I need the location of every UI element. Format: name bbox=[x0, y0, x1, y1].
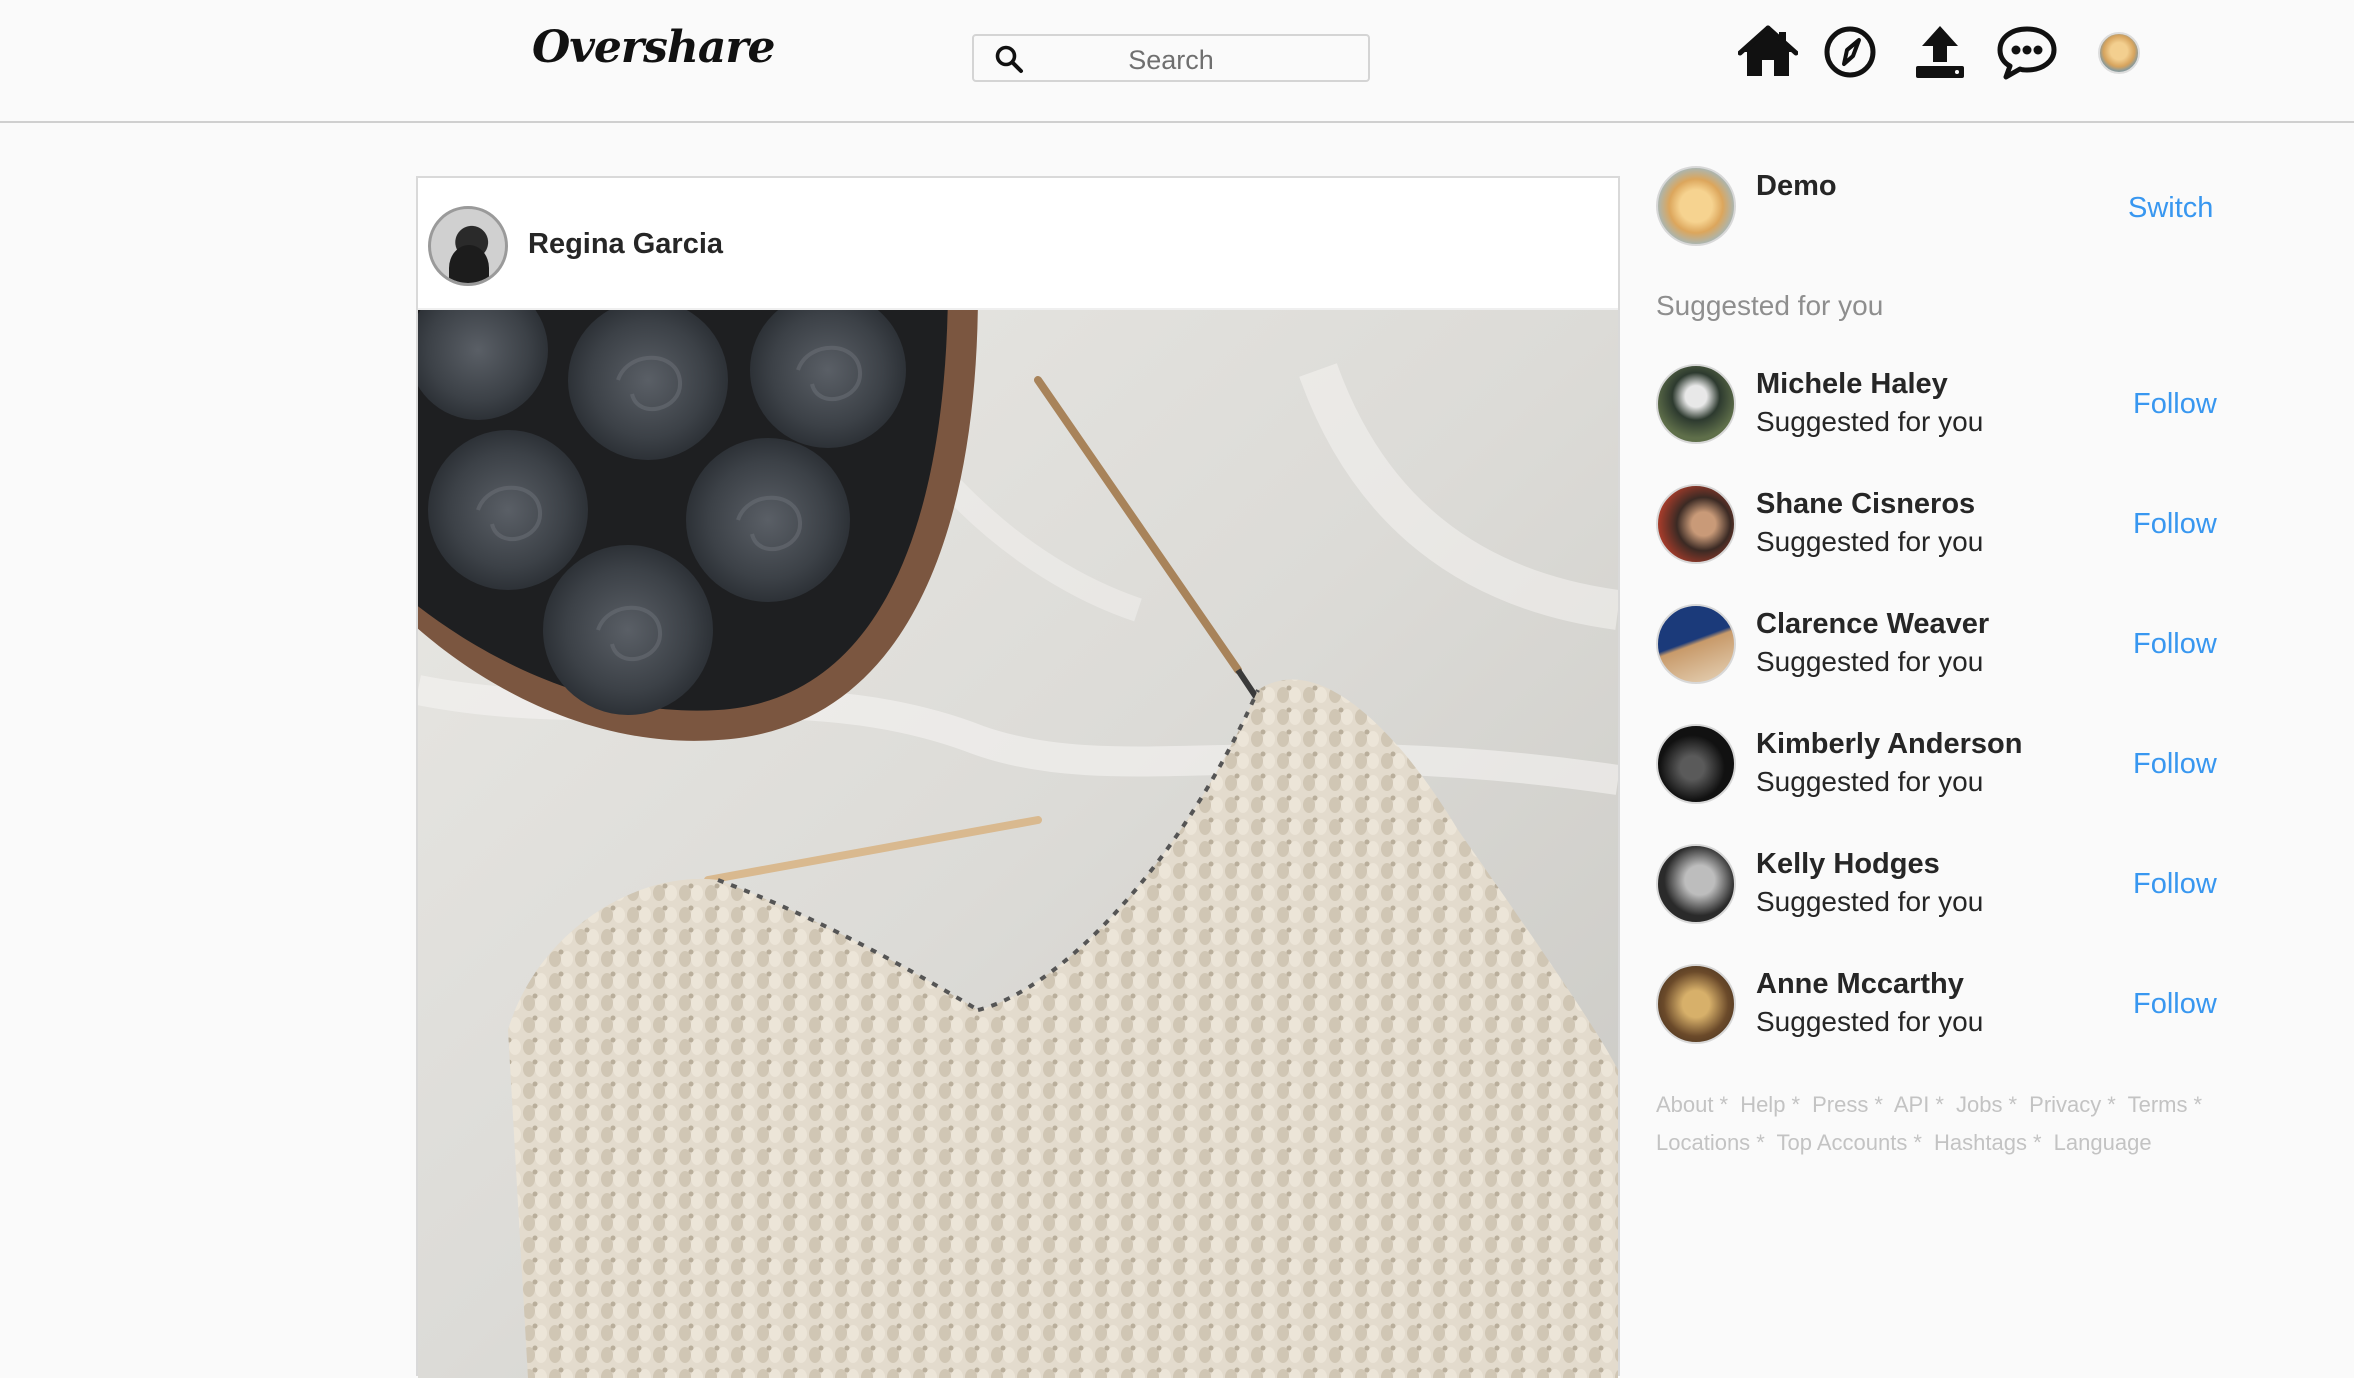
footer-link-about[interactable]: About bbox=[1656, 1092, 1714, 1117]
footer-link-hashtags[interactable]: Hashtags bbox=[1934, 1130, 2027, 1155]
suggestion-name[interactable]: Michele Haley bbox=[1756, 368, 1948, 401]
follow-button[interactable]: Follow bbox=[2133, 628, 2217, 661]
suggestion-subtitle: Suggested for you bbox=[1756, 886, 1984, 917]
explore-compass-icon[interactable] bbox=[1822, 24, 1878, 80]
current-user-avatar[interactable] bbox=[1656, 166, 1736, 246]
suggestion-row: Anne Mccarthy Suggested for you Follow bbox=[1656, 964, 2217, 1046]
nav-icon-group bbox=[0, 24, 2354, 84]
suggestion-subtitle: Suggested for you bbox=[1756, 406, 1984, 437]
suggestion-name[interactable]: Kimberly Anderson bbox=[1756, 728, 2022, 761]
suggestion-avatar[interactable] bbox=[1656, 484, 1736, 564]
suggestion-name[interactable]: Shane Cisneros bbox=[1756, 488, 1975, 521]
follow-button[interactable]: Follow bbox=[2133, 388, 2217, 421]
footer-link-press[interactable]: Press bbox=[1812, 1092, 1868, 1117]
suggestion-avatar[interactable] bbox=[1656, 604, 1736, 684]
suggestion-row: Kimberly Anderson Suggested for you Foll… bbox=[1656, 724, 2217, 806]
follow-button[interactable]: Follow bbox=[2133, 748, 2217, 781]
suggestion-row: Michele Haley Suggested for you Follow bbox=[1656, 364, 2217, 446]
post-photo[interactable] bbox=[418, 310, 1618, 1378]
suggestion-row: Clarence Weaver Suggested for you Follow bbox=[1656, 604, 2217, 686]
suggestion-avatar[interactable] bbox=[1656, 964, 1736, 1044]
current-user-name[interactable]: Demo bbox=[1756, 170, 1837, 203]
profile-avatar[interactable] bbox=[2098, 32, 2140, 74]
post-author-avatar[interactable] bbox=[428, 206, 508, 286]
suggestion-name[interactable]: Kelly Hodges bbox=[1756, 848, 1940, 881]
suggestion-name[interactable]: Clarence Weaver bbox=[1756, 608, 1989, 641]
footer-link-jobs[interactable]: Jobs bbox=[1956, 1092, 2002, 1117]
footer-links: About * Help * Press * API * Jobs * Privacy * … bbox=[1656, 1092, 2203, 1155]
post-author-name[interactable]: Regina Garcia bbox=[528, 228, 723, 261]
suggestion-avatar[interactable] bbox=[1656, 724, 1736, 804]
follow-button[interactable]: Follow bbox=[2133, 988, 2217, 1021]
footer-link-top-accounts[interactable]: Top Accounts bbox=[1776, 1130, 1907, 1155]
suggestions-heading: Suggested for you bbox=[1656, 290, 1884, 321]
follow-button[interactable]: Follow bbox=[2133, 508, 2217, 541]
footer-link-language[interactable]: Language bbox=[2054, 1130, 2152, 1155]
suggestion-subtitle: Suggested for you bbox=[1756, 526, 1984, 557]
suggestion-row: Shane Cisneros Suggested for you Follow bbox=[1656, 484, 2217, 566]
messages-icon[interactable] bbox=[1996, 24, 2058, 80]
suggestion-avatar[interactable] bbox=[1656, 844, 1736, 924]
suggestion-subtitle: Suggested for you bbox=[1756, 1006, 1984, 1037]
suggestion-subtitle: Suggested for you bbox=[1756, 646, 1984, 677]
suggestion-subtitle: Suggested for you bbox=[1756, 766, 1984, 797]
post-card: Regina Garcia bbox=[416, 176, 1620, 1378]
footer-link-api[interactable]: API bbox=[1894, 1092, 1929, 1117]
post-header: Regina Garcia bbox=[418, 178, 1618, 310]
footer-link-help[interactable]: Help bbox=[1740, 1092, 1785, 1117]
footer-link-locations[interactable]: Locations bbox=[1656, 1130, 1750, 1155]
footer-link-terms[interactable]: Terms bbox=[2128, 1092, 2188, 1117]
top-navigation-bar: Overshare Search bbox=[0, 0, 2354, 123]
suggestion-name[interactable]: Anne Mccarthy bbox=[1756, 968, 1964, 1001]
follow-button[interactable]: Follow bbox=[2133, 868, 2217, 901]
switch-account-link[interactable]: Switch bbox=[2128, 192, 2213, 225]
suggestion-row: Kelly Hodges Suggested for you Follow bbox=[1656, 844, 2217, 926]
upload-icon[interactable] bbox=[1910, 24, 1970, 80]
footer-link-privacy[interactable]: Privacy bbox=[2029, 1092, 2101, 1117]
home-icon[interactable] bbox=[1738, 24, 1798, 80]
suggestion-avatar[interactable] bbox=[1656, 364, 1736, 444]
